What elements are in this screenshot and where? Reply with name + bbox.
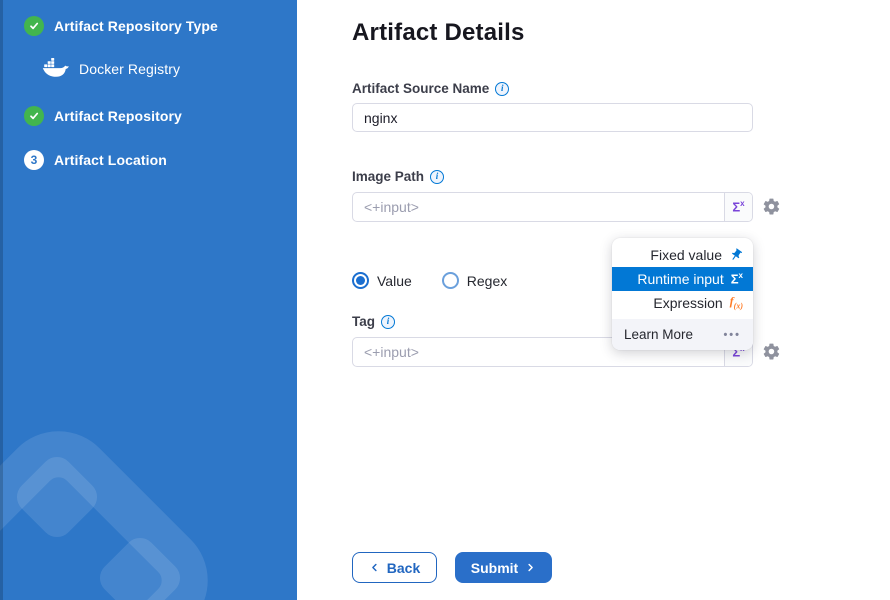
step-label: Artifact Location — [54, 152, 167, 168]
label-text: Tag — [352, 314, 375, 329]
back-button-label: Back — [387, 560, 420, 576]
radio-regex-label[interactable]: Regex — [467, 273, 507, 289]
pin-icon — [726, 245, 745, 264]
sidebar-left-edge — [0, 0, 3, 600]
runtime-input-type-button[interactable]: Σx — [724, 193, 752, 221]
input-type-dropdown-menu: Fixed value Runtime input Σx Expression … — [612, 238, 753, 350]
image-path-input-wrap: Σx — [352, 192, 753, 222]
artifact-source-name-label: Artifact Source Name i — [352, 81, 509, 96]
input-type-options: Fixed value Runtime input Σx Expression … — [612, 238, 753, 319]
chevron-left-icon — [369, 562, 380, 573]
tag-type-radio-group: Value Regex — [352, 272, 507, 289]
check-circle-icon — [24, 16, 44, 36]
wizard-sidebar: Artifact Repository Type Docker Registry — [0, 0, 297, 600]
check-circle-icon — [24, 106, 44, 126]
more-options-dots-icon[interactable]: ••• — [723, 329, 741, 341]
menu-item-fixed-value[interactable]: Fixed value — [612, 243, 753, 267]
step-number-badge: 3 — [24, 150, 44, 170]
submit-button[interactable]: Submit — [455, 552, 552, 583]
menu-item-label: Fixed value — [650, 247, 722, 263]
docker-whale-icon — [42, 58, 69, 79]
back-button[interactable]: Back — [352, 552, 437, 583]
menu-item-expression[interactable]: Expression f(x) — [612, 291, 753, 315]
menu-footer-learn-more[interactable]: Learn More ••• — [612, 319, 753, 350]
step-sub-docker-registry[interactable]: Docker Registry — [42, 58, 180, 79]
tag-label: Tag i — [352, 314, 395, 329]
radio-value[interactable] — [352, 272, 369, 289]
menu-item-label: Runtime input — [637, 271, 723, 287]
submit-button-label: Submit — [471, 560, 518, 576]
radio-regex[interactable] — [442, 272, 459, 289]
image-path-input[interactable] — [352, 192, 753, 222]
label-text: Artifact Source Name — [352, 81, 489, 96]
info-icon[interactable]: i — [495, 82, 509, 96]
learn-more-label: Learn More — [624, 327, 693, 342]
step-artifact-repository[interactable]: Artifact Repository — [24, 106, 182, 126]
menu-item-label: Expression — [653, 295, 722, 311]
step-label: Artifact Repository — [54, 108, 182, 124]
step-artifact-repository-type[interactable]: Artifact Repository Type — [24, 16, 218, 36]
page-title: Artifact Details — [352, 19, 525, 47]
sigma-icon: Σx — [731, 272, 743, 285]
tag-settings-gear-icon[interactable] — [762, 342, 781, 361]
label-text: Image Path — [352, 169, 424, 184]
artifact-details-panel: Artifact Details Artifact Source Name i … — [297, 0, 890, 600]
menu-item-runtime-input[interactable]: Runtime input Σx — [612, 267, 753, 291]
chevron-right-icon — [525, 562, 536, 573]
step-label: Docker Registry — [79, 61, 180, 77]
artifact-source-name-input[interactable] — [352, 103, 753, 132]
info-icon[interactable]: i — [430, 170, 444, 184]
radio-value-label[interactable]: Value — [377, 273, 412, 289]
info-icon[interactable]: i — [381, 315, 395, 329]
image-path-label: Image Path i — [352, 169, 444, 184]
step-label: Artifact Repository Type — [54, 18, 218, 34]
step-artifact-location[interactable]: 3 Artifact Location — [24, 150, 167, 170]
sigma-icon: Σx — [732, 200, 744, 213]
fx-expression-icon: f(x) — [730, 295, 743, 310]
image-path-settings-gear-icon[interactable] — [762, 197, 781, 216]
